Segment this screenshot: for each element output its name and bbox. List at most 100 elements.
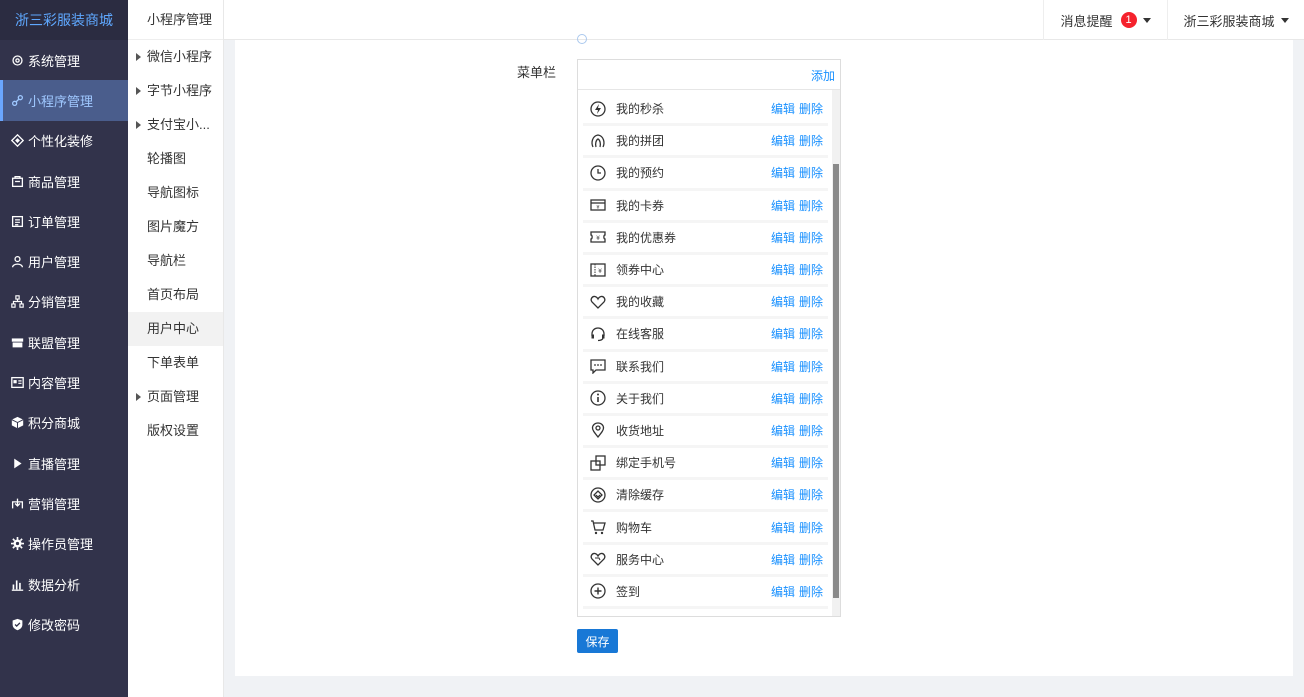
- sidebar-item-7[interactable]: 联盟管理: [0, 322, 128, 362]
- heart-icon: [589, 293, 607, 311]
- edit-button[interactable]: 编辑: [771, 100, 795, 117]
- subnav-item-11[interactable]: 版权设置: [128, 414, 223, 448]
- delete-button[interactable]: 删除: [799, 293, 823, 310]
- edit-button[interactable]: 编辑: [771, 454, 795, 471]
- edit-button[interactable]: 编辑: [771, 422, 795, 439]
- subnav-item-1[interactable]: 字节小程序: [128, 74, 223, 108]
- edit-button[interactable]: 编辑: [771, 390, 795, 407]
- save-button[interactable]: 保存: [577, 629, 618, 653]
- content-icon: [11, 376, 24, 389]
- sidebar-item-10[interactable]: 直播管理: [0, 443, 128, 483]
- sidebar-item-3[interactable]: 商品管理: [0, 161, 128, 201]
- add-menu-button[interactable]: 添加: [811, 67, 835, 84]
- edit-button[interactable]: 编辑: [771, 551, 795, 568]
- sidebar-item-label: 操作员管理: [28, 537, 94, 553]
- delete-button[interactable]: 删除: [799, 197, 823, 214]
- delete-button[interactable]: 删除: [799, 325, 823, 342]
- delete-button[interactable]: 删除: [799, 358, 823, 375]
- subnav-item-0[interactable]: 微信小程序: [128, 40, 223, 74]
- delete-button[interactable]: 删除: [799, 261, 823, 278]
- edit-button[interactable]: 编辑: [771, 325, 795, 342]
- info-icon: [589, 389, 607, 407]
- sidebar-item-13[interactable]: 数据分析: [0, 564, 128, 604]
- menu-row-name: 我的预约: [616, 166, 665, 181]
- delete-button[interactable]: 删除: [799, 422, 823, 439]
- delete-button[interactable]: 删除: [799, 164, 823, 181]
- sidebar-item-14[interactable]: 修改密码: [0, 604, 128, 644]
- edit-button[interactable]: 编辑: [771, 229, 795, 246]
- sidebar-item-label: 直播管理: [28, 456, 81, 472]
- delete-button[interactable]: 删除: [799, 551, 823, 568]
- subnav-item-9[interactable]: 下单表单: [128, 346, 223, 380]
- sidebar-item-label: 用户管理: [28, 255, 81, 271]
- sidebar-item-9[interactable]: 积分商城: [0, 403, 128, 443]
- subnav-item-5[interactable]: 图片魔方: [128, 210, 223, 244]
- sidebar-item-5[interactable]: 用户管理: [0, 241, 128, 281]
- delete-button[interactable]: 删除: [799, 132, 823, 149]
- sidebar-item-12[interactable]: 操作员管理: [0, 524, 128, 564]
- delete-button[interactable]: 删除: [799, 100, 823, 117]
- menu-row: 购物车 编辑 删除: [583, 512, 828, 545]
- edit-button[interactable]: 编辑: [771, 583, 795, 600]
- sidebar-item-2[interactable]: 个性化装修: [0, 121, 128, 161]
- menu-row: 服务中心 编辑 删除: [583, 544, 828, 577]
- edit-button[interactable]: 编辑: [771, 261, 795, 278]
- menu-label: 菜单栏: [517, 65, 557, 80]
- sub-sidebar-title: 小程序管理: [128, 0, 223, 40]
- delete-button[interactable]: 删除: [799, 390, 823, 407]
- clear-cache-icon: [589, 486, 607, 504]
- menu-row-name: 我的卡券: [616, 198, 665, 213]
- sidebar-item-6[interactable]: 分销管理: [0, 282, 128, 322]
- edit-button[interactable]: 编辑: [771, 293, 795, 310]
- sidebar-item-8[interactable]: 内容管理: [0, 362, 128, 402]
- edit-button[interactable]: 编辑: [771, 519, 795, 536]
- sidebar-item-4[interactable]: 订单管理: [0, 201, 128, 241]
- coupon-center-icon: ¥: [589, 261, 607, 279]
- delete-button[interactable]: 删除: [799, 229, 823, 246]
- sidebar-item-label: 积分商城: [28, 416, 81, 432]
- clock-icon: [589, 164, 607, 182]
- menu-row-name: 关于我们: [616, 391, 665, 406]
- cart-icon: [589, 518, 607, 536]
- subnav-item-4[interactable]: 导航图标: [128, 176, 223, 210]
- location-icon: [589, 421, 607, 439]
- menu-row: 我的秒杀 编辑 删除: [583, 94, 828, 127]
- edit-button[interactable]: 编辑: [771, 486, 795, 503]
- sidebar-item-0[interactable]: 系统管理: [0, 40, 128, 80]
- group-icon: [589, 132, 607, 150]
- svg-text:¥: ¥: [596, 205, 599, 211]
- subnav-item-10[interactable]: 页面管理: [128, 380, 223, 414]
- subnav-item-7[interactable]: 首页布局: [128, 278, 223, 312]
- subnav-item-6[interactable]: 导航栏: [128, 244, 223, 278]
- sidebar-item-1[interactable]: 小程序管理: [0, 80, 128, 121]
- menu-row-name: 在线客服: [616, 327, 665, 342]
- edit-button[interactable]: 编辑: [771, 197, 795, 214]
- radio-icon[interactable]: [577, 34, 587, 44]
- user-dropdown[interactable]: 浙三彩服装商城: [1167, 0, 1304, 40]
- main-sidebar: 浙三彩服装商城 系统管理 小程序管理 个性化装修 商品管理 订单管理 用户管理 分销管理 联盟…: [0, 0, 128, 697]
- link-icon: [11, 94, 24, 107]
- delete-button[interactable]: 删除: [799, 454, 823, 471]
- lightning-icon: [589, 100, 607, 118]
- delete-button[interactable]: 删除: [799, 519, 823, 536]
- edit-button[interactable]: 编辑: [771, 164, 795, 181]
- scrollbar-thumb[interactable]: [833, 164, 839, 598]
- subnav-item-2[interactable]: 支付宝小...: [128, 108, 223, 142]
- sidebar-item-11[interactable]: 营销管理: [0, 483, 128, 523]
- bar-chart-icon: [11, 578, 24, 591]
- menu-row: ¥ 我的优惠券 编辑 删除: [583, 222, 828, 255]
- menu-row: 收货地址 编辑 删除: [583, 415, 828, 449]
- menu-list: 我的秒杀 编辑 删除 我的拼团 编辑 删除 我的预约 编辑 删除 ¥ 我的卡券 编辑 删除 ¥ 我的优惠券编…: [583, 94, 828, 609]
- subnav-item-3[interactable]: 轮播图: [128, 142, 223, 176]
- cube-icon: [11, 416, 24, 429]
- delete-button[interactable]: 删除: [799, 583, 823, 600]
- subnav-item-8[interactable]: 用户中心: [128, 312, 223, 346]
- edit-button[interactable]: 编辑: [771, 358, 795, 375]
- messages-label: 消息提醒: [1060, 13, 1113, 29]
- svg-text:¥: ¥: [598, 268, 602, 275]
- messages-dropdown[interactable]: 消息提醒 1: [1043, 0, 1167, 40]
- menu-row: ¥ 我的卡券 编辑 删除: [583, 190, 828, 223]
- menu-row-name: 绑定手机号: [616, 456, 677, 471]
- delete-button[interactable]: 删除: [799, 486, 823, 503]
- edit-button[interactable]: 编辑: [771, 132, 795, 149]
